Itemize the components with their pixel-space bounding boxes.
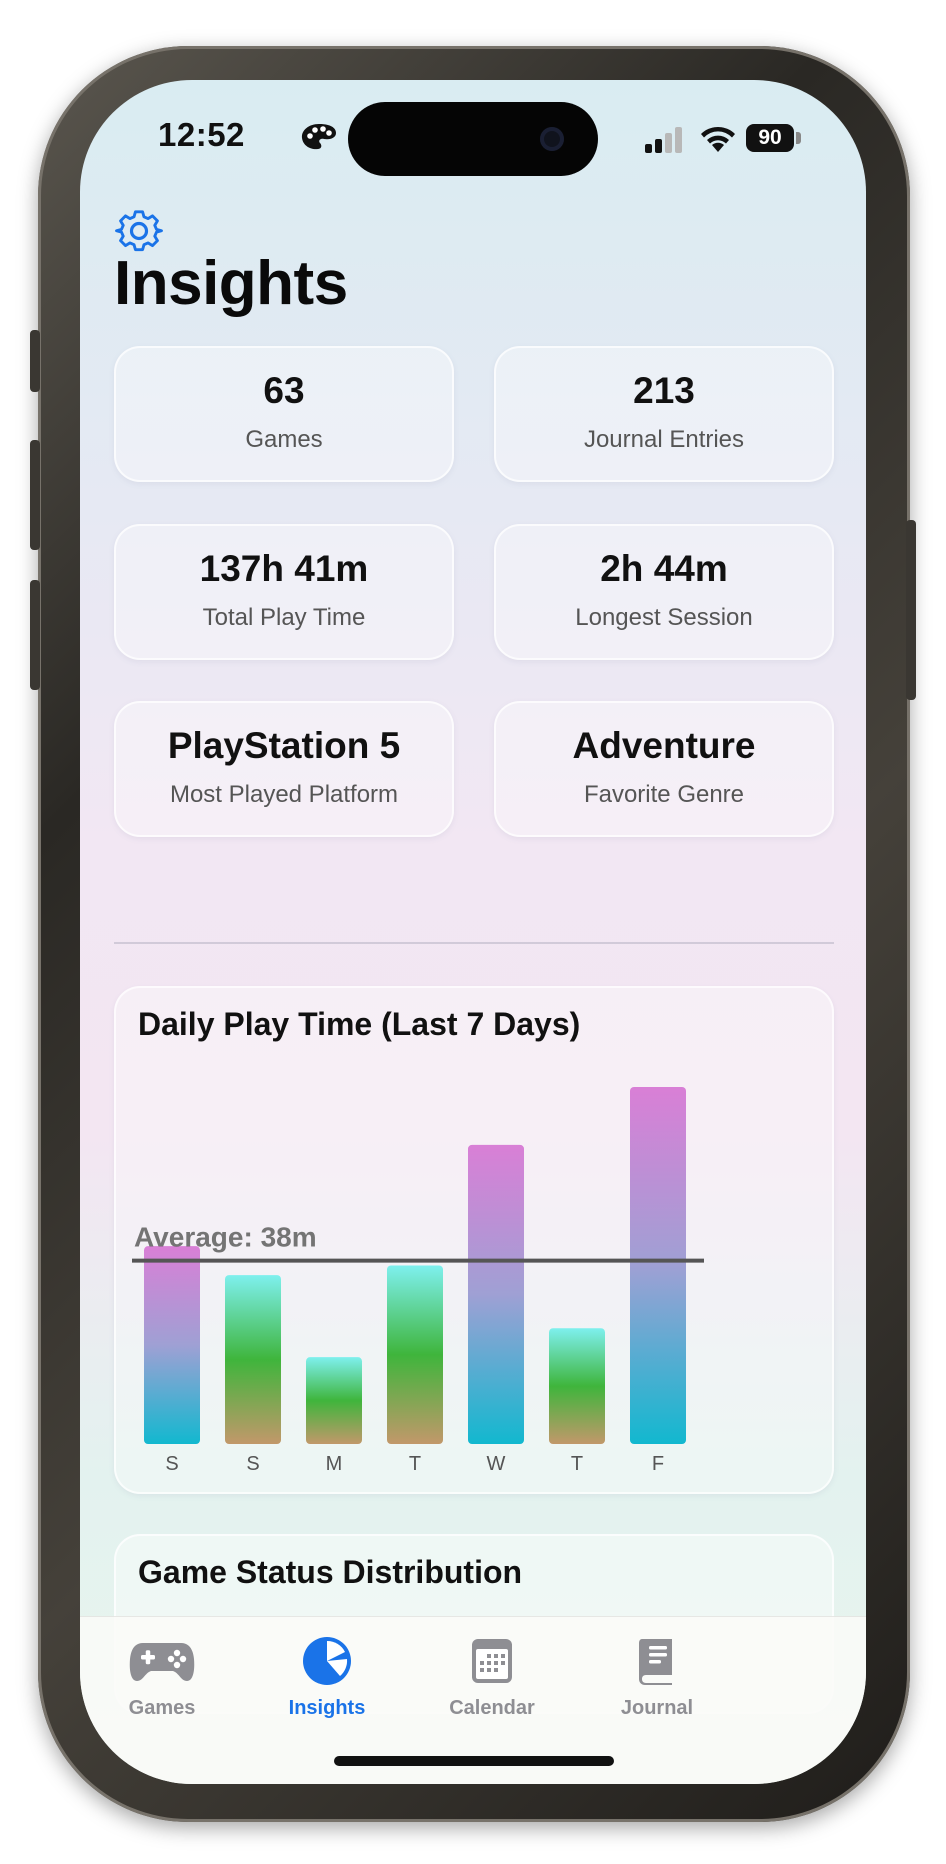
battery-nub: [796, 132, 801, 144]
volume-up-button: [30, 440, 40, 550]
x-tick-label: T: [571, 1453, 583, 1475]
gamepad-icon: [129, 1643, 195, 1681]
calendar-icon: [472, 1639, 512, 1683]
tab-label: Insights: [288, 1697, 366, 1719]
tab-label: Games: [128, 1697, 196, 1719]
tab-calendar[interactable]: Calendar: [412, 1629, 572, 1729]
stat-card-favorite-genre: Adventure Favorite Genre: [494, 701, 834, 837]
x-tick-label: T: [409, 1453, 421, 1475]
chart-title: Daily Play Time (Last 7 Days): [138, 1006, 581, 1042]
tab-journal[interactable]: Journal: [577, 1629, 737, 1729]
x-tick-label: W: [487, 1453, 506, 1475]
stat-card-journal-entries: 213 Journal Entries: [494, 346, 834, 482]
camera-icon: [540, 127, 564, 151]
stat-value: 63: [263, 370, 305, 411]
volume-down-button: [30, 580, 40, 690]
pie-chart-icon: [303, 1637, 351, 1685]
bar-4: [468, 1144, 524, 1444]
tab-label: Calendar: [449, 1697, 535, 1719]
power-button: [906, 520, 916, 700]
screen: 12:52 90 Insights 63 Games 213 Journal E…: [80, 80, 866, 1784]
stat-value: 213: [633, 370, 695, 411]
tab-games[interactable]: Games: [82, 1629, 242, 1729]
wifi-icon: [701, 126, 735, 152]
stat-card-most-played-platform: PlayStation 5 Most Played Platform: [114, 701, 454, 837]
x-tick-label: M: [326, 1453, 343, 1475]
tab-insights[interactable]: Insights: [247, 1629, 407, 1729]
signal-icon: [645, 127, 682, 153]
bar-6: [630, 1086, 686, 1444]
bar-3: [387, 1265, 443, 1444]
stat-label: Most Played Platform: [169, 781, 399, 808]
average-label: Average: 38m: [134, 1222, 317, 1253]
stat-value: Adventure: [572, 725, 756, 766]
stat-card-longest-session: 2h 44m Longest Session: [494, 524, 834, 660]
stat-value: 137h 41m: [199, 548, 369, 589]
battery-indicator: 90: [746, 124, 794, 152]
stat-label: Longest Session: [575, 604, 753, 631]
palette-icon: [301, 124, 336, 150]
action-button: [30, 330, 40, 392]
bar-5: [549, 1328, 605, 1444]
stat-label: Games: [245, 426, 323, 453]
home-indicator: [334, 1756, 614, 1766]
stat-label: Total Play Time: [202, 604, 366, 631]
section-divider: [114, 942, 834, 944]
bar-2: [306, 1357, 362, 1444]
status-time: 12:52: [158, 116, 245, 153]
page-title: Insights: [114, 249, 348, 318]
daily-play-time-chart: S S M T W T F Average: 38m: [132, 1086, 704, 1475]
tab-label: Journal: [620, 1697, 694, 1719]
book-icon: [639, 1639, 672, 1685]
stat-card-games: 63 Games: [114, 346, 454, 482]
x-tick-label: S: [246, 1453, 259, 1475]
stat-value: 2h 44m: [600, 548, 728, 589]
stat-label: Journal Entries: [583, 426, 745, 453]
stat-card-total-play-time: 137h 41m Total Play Time: [114, 524, 454, 660]
bar-0: [144, 1246, 200, 1444]
stat-label: Favorite Genre: [583, 781, 745, 808]
game-status-title: Game Status Distribution: [138, 1554, 523, 1590]
dynamic-island: [348, 102, 598, 176]
stat-value: PlayStation 5: [167, 725, 401, 766]
bar-1: [225, 1275, 281, 1444]
x-tick-label: F: [652, 1453, 664, 1475]
x-tick-label: S: [165, 1453, 178, 1475]
